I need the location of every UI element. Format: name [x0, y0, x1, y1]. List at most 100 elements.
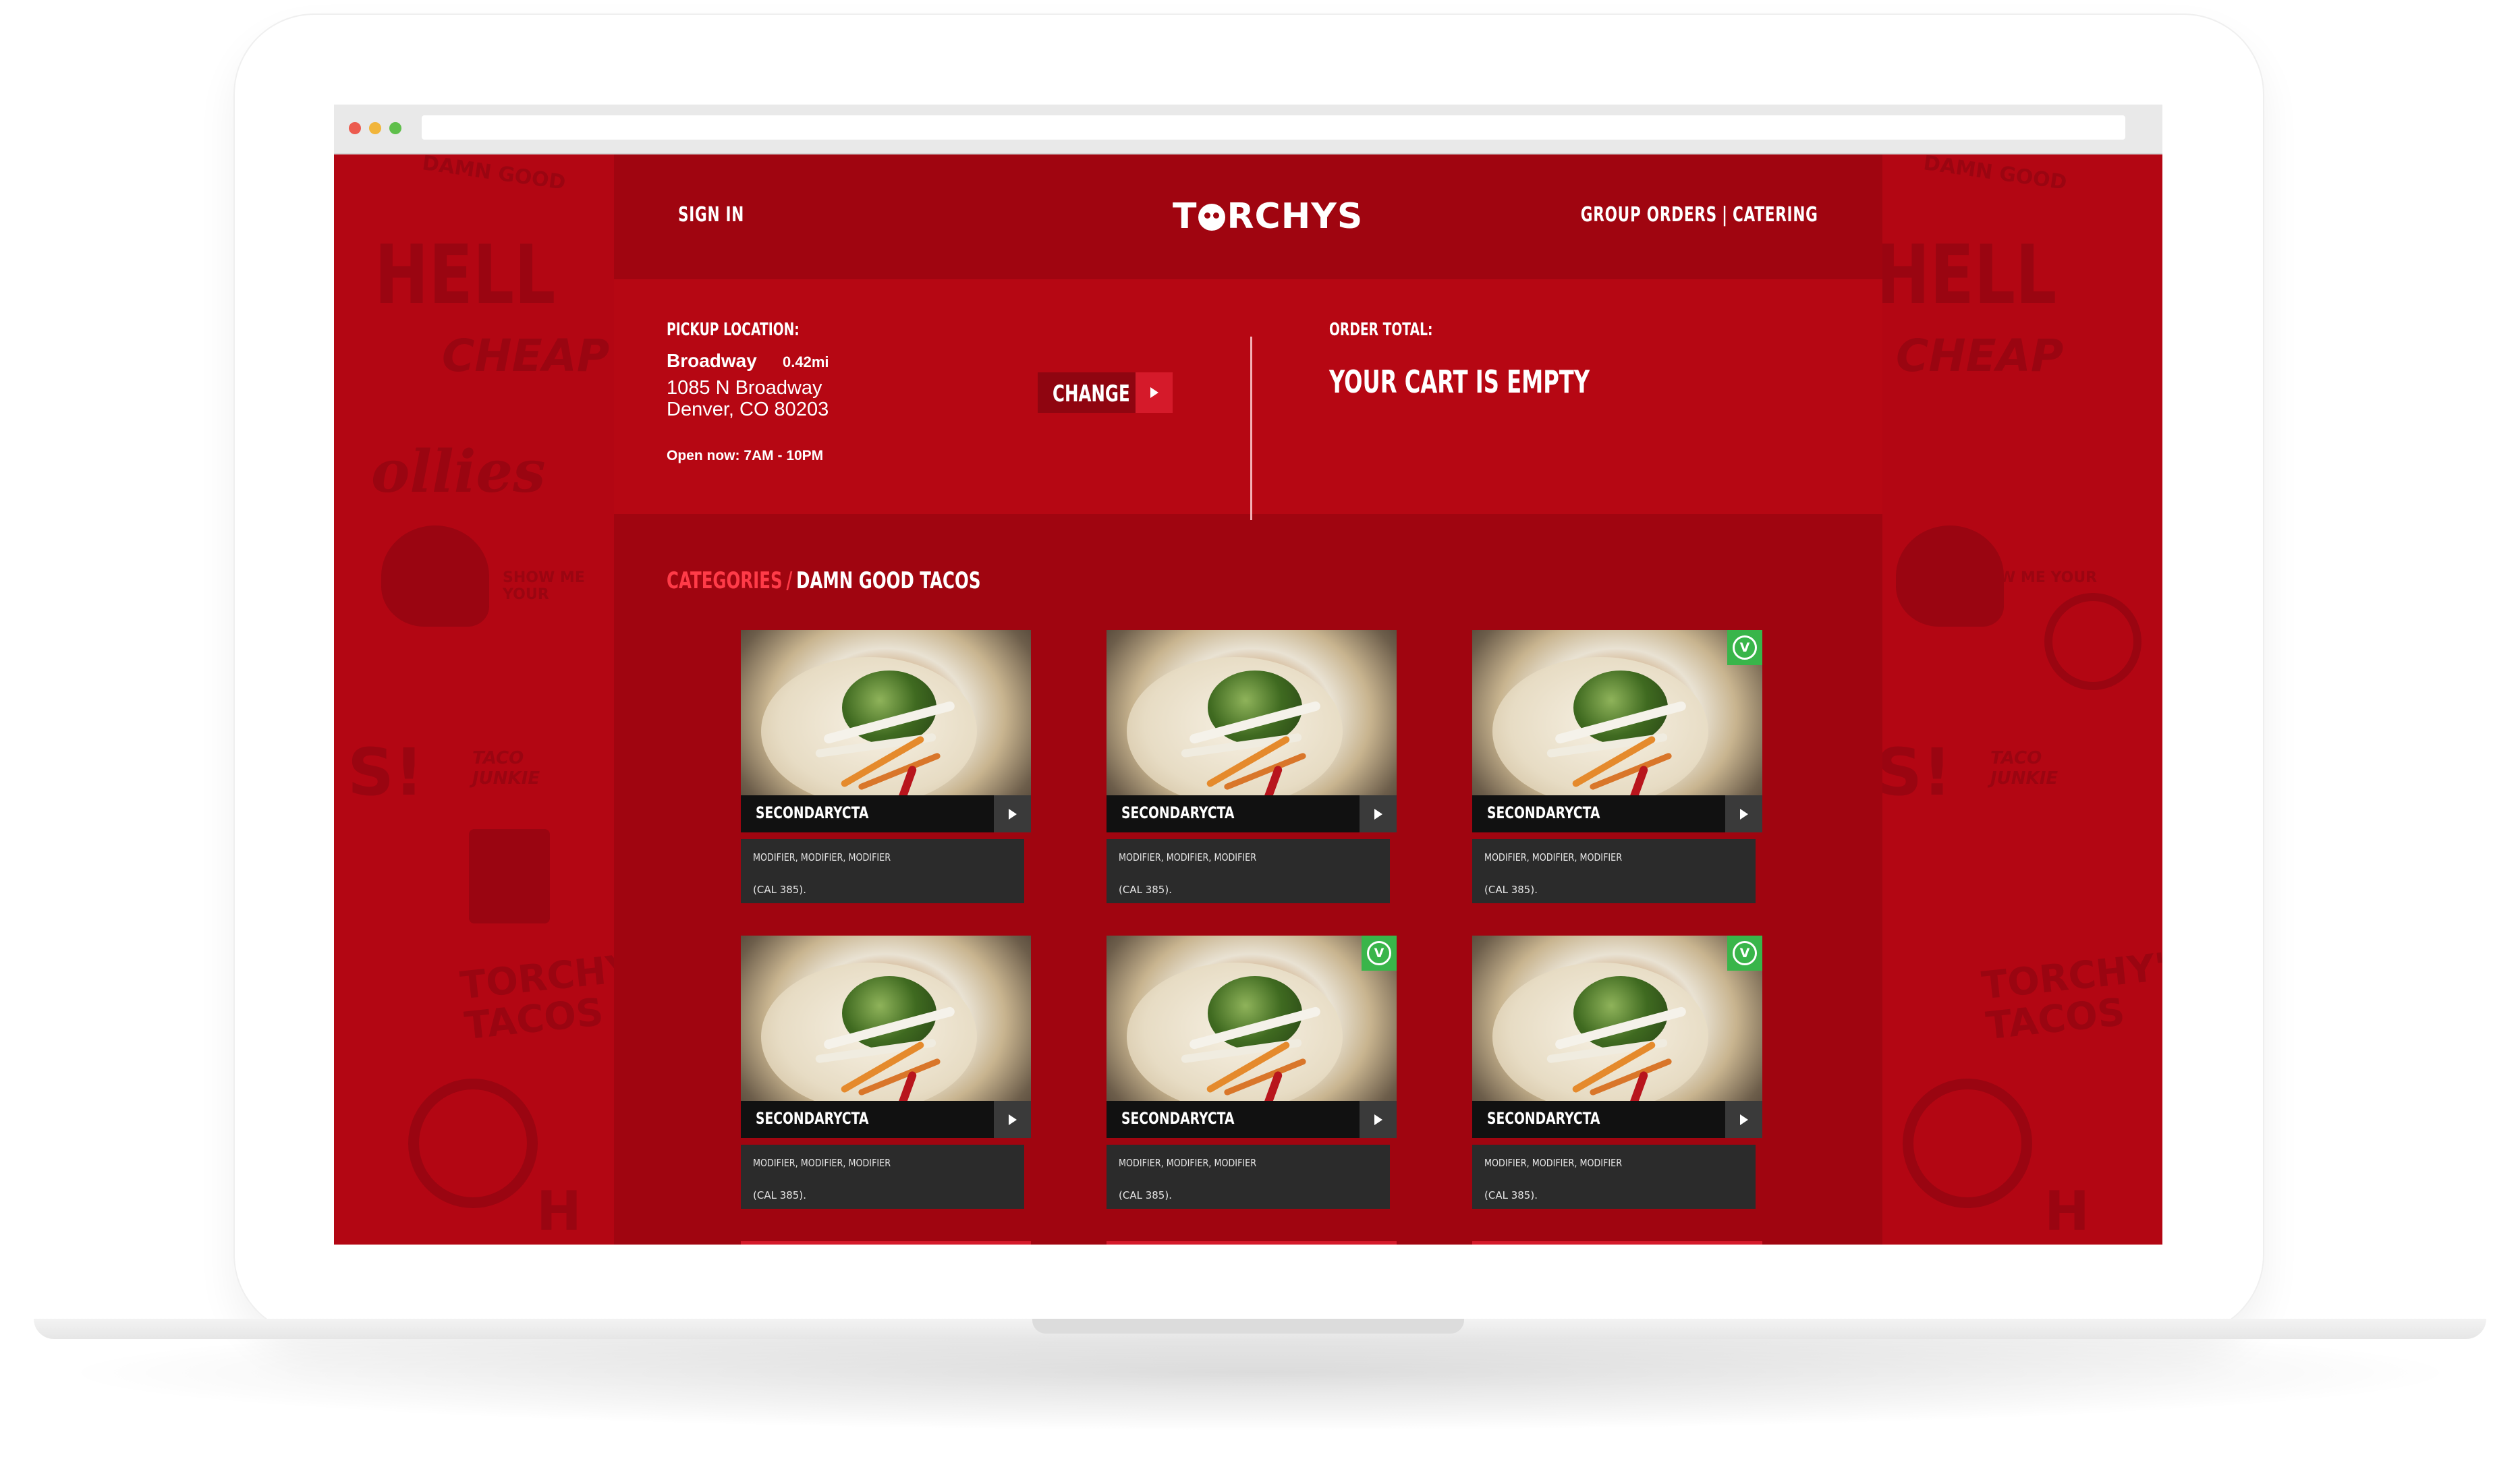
product-calories: (CAL 385).	[1119, 1189, 1172, 1201]
group-orders-link[interactable]: GROUP ORDERS	[1581, 203, 1717, 227]
torchys-logo[interactable]: T RCHYS	[1173, 196, 1363, 237]
pattern-text: H	[2044, 1180, 2090, 1243]
product-description: MODIFIER, MODIFIER, MODIFIER (CAL 385).	[1107, 839, 1390, 903]
main-content: SIGN IN T RCHYS GROUP ORDERS | CATERING PIC…	[614, 154, 1882, 1245]
product-calories: (CAL 385).	[1119, 884, 1172, 896]
breadcrumb-separator: /	[786, 567, 793, 594]
play-arrow-icon[interactable]	[1725, 1101, 1762, 1138]
breadcrumb: CATEGORIES / DAMN GOOD TACOS	[667, 567, 980, 594]
address-bar[interactable]	[422, 115, 2125, 140]
vegetarian-badge-icon: V	[1727, 936, 1762, 971]
product-title: secondaryCTA	[756, 1109, 869, 1128]
product-calories: (CAL 385).	[753, 884, 806, 896]
breadcrumb-categories-link[interactable]: CATEGORIES	[667, 567, 783, 594]
play-arrow-icon[interactable]	[994, 1101, 1031, 1138]
pattern-text: TORCHY'S TACOS	[458, 942, 614, 1049]
play-arrow-icon[interactable]	[994, 795, 1031, 832]
product-title-bar: secondaryCTA	[1107, 795, 1397, 832]
pattern-text: TORCHY'S TACOS	[1980, 942, 2162, 1049]
pattern-text: S!	[347, 735, 424, 810]
product-description: MODIFIER, MODIFIER, MODIFIER (CAL 385).	[741, 839, 1024, 903]
pattern-text: DAMN GOOD	[1922, 154, 2069, 195]
play-arrow-icon	[1136, 372, 1173, 413]
change-location-button[interactable]: CHANGE	[1038, 372, 1173, 413]
product-card[interactable]: VsecondaryCTA MODIFIER, MODIFIER, MODIFIE…	[1472, 630, 1762, 920]
pattern-text: HELL	[374, 229, 556, 322]
catering-link[interactable]: CATERING	[1733, 203, 1818, 227]
product-title-bar: secondaryCTA	[741, 1101, 1031, 1138]
product-card-partial[interactable]	[1107, 1241, 1397, 1245]
pattern-text: SHOW ME YOUR	[503, 569, 585, 603]
sign-in-link[interactable]: SIGN IN	[678, 203, 744, 227]
cart-status: YOUR CART IS EMPTY	[1329, 364, 1590, 400]
pattern-text: CHEAP	[1896, 330, 2064, 382]
product-calories: (CAL 385).	[1484, 884, 1538, 896]
laptop-screen: HELL CHEAP ollies SHOW ME YOUR S! TACO J…	[334, 105, 2162, 1245]
product-modifiers: MODIFIER, MODIFIER, MODIFIER	[1484, 851, 1623, 863]
product-card-partial[interactable]	[1472, 1241, 1762, 1245]
background-pattern-right: HELL CHEAP SHOW ME YOUR S! TACO JUNKIE T…	[1882, 154, 2162, 1245]
window-close-dot[interactable]	[349, 122, 361, 134]
play-arrow-icon[interactable]	[1360, 1101, 1397, 1138]
product-modifiers: MODIFIER, MODIFIER, MODIFIER	[1119, 851, 1257, 863]
product-title: secondaryCTA	[1487, 803, 1600, 822]
order-total-label: ORDER TOTAL:	[1329, 320, 1433, 340]
product-card-partial[interactable]	[741, 1241, 1031, 1245]
food-truck-icon	[469, 829, 550, 923]
location-name: Broadway	[667, 350, 757, 371]
product-card[interactable]: secondaryCTA MODIFIER, MODIFIER, MODIFIER…	[741, 936, 1031, 1226]
product-title: secondaryCTA	[1121, 803, 1235, 822]
play-arrow-icon[interactable]	[1725, 795, 1762, 832]
rooster-icon	[1896, 525, 2004, 627]
veg-badge-letter: V	[1733, 941, 1757, 965]
product-title: secondaryCTA	[756, 803, 869, 822]
product-calories: (CAL 385).	[1484, 1189, 1538, 1201]
veg-badge-letter: V	[1367, 941, 1391, 965]
product-title-bar: secondaryCTA	[741, 795, 1031, 832]
pattern-text: CHEAP	[442, 330, 610, 382]
play-arrow-icon[interactable]	[1360, 795, 1397, 832]
background-pattern-left: HELL CHEAP ollies SHOW ME YOUR S! TACO J…	[334, 154, 614, 1245]
window-maximize-dot[interactable]	[389, 122, 401, 134]
change-button-label: CHANGE	[1053, 380, 1130, 407]
vegetarian-badge-icon: V	[1727, 630, 1762, 665]
link-separator: |	[1722, 203, 1729, 227]
panel-divider	[1250, 337, 1252, 520]
product-modifiers: MODIFIER, MODIFIER, MODIFIER	[753, 1157, 891, 1169]
pattern-text: H	[536, 1180, 582, 1243]
product-title-bar: secondaryCTA	[1472, 1101, 1762, 1138]
product-card[interactable]: secondaryCTA MODIFIER, MODIFIER, MODIFIER…	[1107, 630, 1397, 920]
product-card[interactable]: secondaryCTA MODIFIER, MODIFIER, MODIFIER…	[741, 630, 1031, 920]
logo-text: T	[1173, 196, 1198, 237]
product-title-bar: secondaryCTA	[1107, 1101, 1397, 1138]
product-modifiers: MODIFIER, MODIFIER, MODIFIER	[753, 851, 891, 863]
product-description: MODIFIER, MODIFIER, MODIFIER (CAL 385).	[1472, 1145, 1756, 1209]
laptop-notch	[1032, 1319, 1464, 1334]
breadcrumb-current: DAMN GOOD TACOS	[796, 567, 981, 594]
product-modifiers: MODIFIER, MODIFIER, MODIFIER	[1484, 1157, 1623, 1169]
product-description: MODIFIER, MODIFIER, MODIFIER (CAL 385).	[1107, 1145, 1390, 1209]
pattern-text: HELL	[1882, 229, 2057, 322]
location-distance: 0.42mi	[783, 353, 829, 370]
product-title: secondaryCTA	[1121, 1109, 1235, 1128]
product-card[interactable]: VsecondaryCTA MODIFIER, MODIFIER, MODIFIE…	[1472, 936, 1762, 1226]
product-calories: (CAL 385).	[753, 1189, 806, 1201]
veg-badge-letter: V	[1733, 635, 1757, 660]
product-description: MODIFIER, MODIFIER, MODIFIER (CAL 385).	[1472, 839, 1756, 903]
pitchfork-emblem-icon	[1903, 1079, 2032, 1208]
product-modifiers: MODIFIER, MODIFIER, MODIFIER	[1119, 1157, 1257, 1169]
vegetarian-badge-icon: V	[1362, 936, 1397, 971]
pattern-text: DAMN GOOD	[420, 154, 567, 195]
site-header: SIGN IN T RCHYS GROUP ORDERS | CATERING	[614, 154, 1882, 279]
product-description: MODIFIER, MODIFIER, MODIFIER (CAL 385).	[741, 1145, 1024, 1209]
pickup-location-label: PICKUP LOCATION:	[667, 320, 800, 340]
pattern-text: TACO JUNKIE	[1990, 748, 2059, 789]
product-card[interactable]: VsecondaryCTA MODIFIER, MODIFIER, MODIFIE…	[1107, 936, 1397, 1226]
address-line-2: Denver, CO 80203	[667, 399, 829, 420]
window-minimize-dot[interactable]	[369, 122, 381, 134]
pattern-text: S!	[1882, 735, 1952, 810]
header-links: GROUP ORDERS | CATERING	[1581, 203, 1818, 227]
pitchfork-emblem-icon	[408, 1079, 538, 1208]
address-line-1: 1085 N Broadway	[667, 377, 822, 399]
product-title: secondaryCTA	[1487, 1109, 1600, 1128]
